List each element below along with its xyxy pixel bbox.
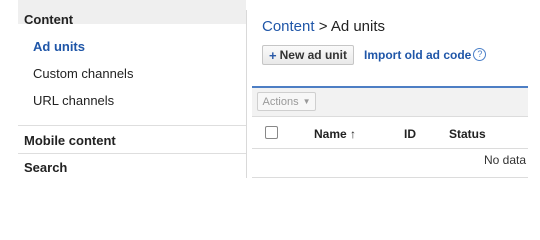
new-ad-unit-button[interactable]: + New ad unit [262,45,354,65]
page-title: Ad units [330,18,386,35]
column-header-name[interactable]: Name ↑ [314,127,356,141]
column-header-status[interactable]: Status [449,127,486,141]
breadcrumb-link-content[interactable]: Content [262,18,315,35]
import-old-ad-code-link[interactable]: Import old ad code? [364,48,487,62]
vertical-separator [246,10,247,178]
actions-dropdown[interactable]: Actions ▼ [257,92,316,111]
import-label: Import old ad code [364,48,472,62]
column-header-id[interactable]: ID [404,127,416,141]
new-ad-unit-label: New ad unit [279,48,347,62]
breadcrumb: Content > Ad units [262,18,385,35]
sidebar-item-url-channels[interactable]: URL channels [33,93,114,108]
sidebar-section-mobile-content[interactable]: Mobile content [24,133,116,148]
sidebar-item-ad-units[interactable]: Ad units [33,39,85,54]
sidebar-item-custom-channels[interactable]: Custom channels [33,66,133,81]
sidebar-divider [18,125,246,126]
sort-up-arrow-icon: ↑ [350,127,357,141]
table-toolbar: Actions ▼ [252,88,528,117]
help-icon[interactable]: ? [473,48,487,61]
main-content: Content > Ad units + New ad unit Import o… [252,0,528,180]
table-header: Name ↑ ID Status [252,118,528,149]
empty-table-message: No data [483,153,526,167]
actions-label: Actions [262,95,299,108]
sidebar: Content Ad units Custom channels URL cha… [18,0,246,180]
table-bottom-border [252,177,528,178]
select-all-checkbox[interactable] [265,126,278,139]
breadcrumb-separator: > [314,18,331,35]
sidebar-divider [18,153,246,154]
plus-icon: + [269,47,277,63]
sidebar-section-search[interactable]: Search [24,160,67,175]
sidebar-section-content[interactable]: Content [24,12,73,27]
chevron-down-icon: ▼ [302,97,311,106]
